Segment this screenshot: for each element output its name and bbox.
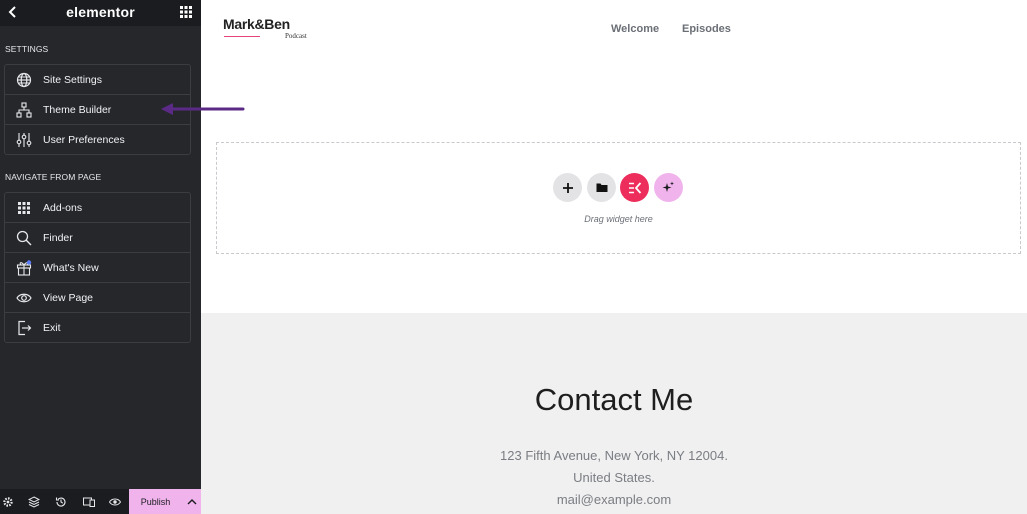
apps-grid-icon[interactable] — [180, 6, 192, 18]
menu-item-view-page[interactable]: View Page — [5, 283, 190, 313]
nav-link-episodes[interactable]: Episodes — [682, 23, 731, 35]
menu-item-whats-new[interactable]: What's New — [5, 253, 190, 283]
settings-gear-icon[interactable] — [2, 496, 14, 508]
exit-icon — [16, 320, 32, 336]
menu-item-label: Site Settings — [43, 73, 102, 86]
sliders-icon — [16, 132, 32, 148]
site-logo[interactable]: Mark&Ben Podcast — [223, 16, 307, 40]
nav-link-welcome[interactable]: Welcome — [611, 23, 659, 35]
add-section-button[interactable] — [553, 173, 582, 202]
contact-heading: Contact Me — [534, 382, 694, 417]
chevron-up-icon — [187, 498, 196, 504]
responsive-icon[interactable] — [83, 496, 95, 508]
menu-item-label: User Preferences — [43, 133, 125, 146]
folder-icon — [596, 183, 607, 192]
publish-options-button[interactable] — [182, 489, 201, 514]
contact-address: 123 Fifth Avenue, New York, NY 12004. — [500, 448, 728, 463]
drop-zone-hint: Drag widget here — [584, 214, 653, 224]
section-label-navigate: NAVIGATE FROM PAGE — [5, 172, 102, 182]
contact-email[interactable]: mail@example.com — [201, 492, 1027, 507]
panel-header: elementor — [0, 0, 201, 26]
elementor-kit-icon — [628, 181, 641, 194]
layers-icon[interactable] — [28, 496, 40, 508]
section-label-settings: SETTINGS — [5, 44, 49, 54]
page-canvas: Mark&Ben Podcast Welcome Episodes Drag w… — [201, 0, 1027, 514]
site-brand-name: Mark&Ben — [223, 16, 290, 32]
gift-icon — [16, 259, 32, 276]
menu-item-label: Exit — [43, 321, 61, 334]
globe-icon — [16, 72, 32, 88]
publish-button[interactable]: Publish — [129, 489, 182, 514]
contact-country: United States. — [573, 470, 655, 485]
plus-icon — [562, 182, 573, 193]
menu-item-user-preferences[interactable]: User Preferences — [5, 125, 190, 154]
menu-item-label: Add-ons — [43, 201, 83, 214]
contact-section: Contact Me 123 Fifth Avenue, New York, N… — [201, 313, 1027, 514]
site-brand-subtitle: Podcast — [285, 32, 307, 40]
grid-icon — [16, 200, 32, 216]
menu-item-site-settings[interactable]: Site Settings — [5, 65, 190, 95]
menu-item-label: What's New — [43, 261, 99, 274]
history-icon[interactable] — [55, 496, 67, 508]
sitemap-icon — [16, 101, 32, 118]
menu-item-add-ons[interactable]: Add-ons — [5, 193, 190, 223]
add-template-button[interactable] — [587, 173, 616, 202]
eye-icon — [16, 290, 32, 306]
elementor-logo: elementor — [66, 4, 135, 20]
brand-underline — [224, 36, 260, 37]
elementor-panel: elementor SETTINGS Site Settings Theme B… — [0, 0, 201, 514]
menu-item-label: View Page — [43, 291, 94, 304]
menu-item-label: Theme Builder — [43, 103, 112, 116]
annotation-arrow-icon — [161, 103, 245, 115]
panel-footer: Publish — [0, 489, 201, 514]
sparkles-icon — [662, 181, 674, 192]
ai-button[interactable] — [654, 173, 683, 202]
navigate-menu: Add-ons Finder What's New View Page Exit — [4, 192, 191, 343]
menu-item-finder[interactable]: Finder — [5, 223, 190, 253]
preview-eye-icon[interactable] — [109, 496, 121, 508]
elementor-kit-button[interactable] — [620, 173, 649, 202]
menu-item-label: Finder — [43, 231, 73, 244]
menu-item-exit[interactable]: Exit — [5, 313, 190, 342]
empty-drop-zone[interactable]: Drag widget here — [216, 142, 1021, 254]
search-icon — [16, 230, 32, 246]
